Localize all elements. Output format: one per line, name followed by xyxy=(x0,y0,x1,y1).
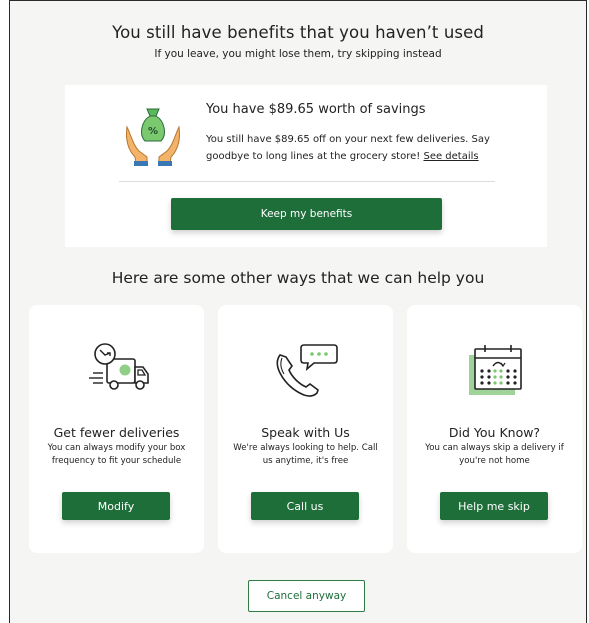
savings-title: You have $89.65 worth of savings xyxy=(206,102,426,117)
option-description: You can always skip a delivery if you're… xyxy=(425,443,564,466)
calendar-skip-icon xyxy=(468,345,522,395)
option-description: We're always looking to help. Call us an… xyxy=(233,443,378,466)
call-us-button[interactable]: Call us xyxy=(251,492,359,520)
cancellation-panel: You still have benefits that you haven’t… xyxy=(9,0,587,623)
phone-chat-icon xyxy=(276,344,338,397)
option-card-did-you-know: Did You Know? You can always skip a deli… xyxy=(407,305,582,553)
delivery-truck-icon xyxy=(88,343,149,390)
help-section-title: Here are some other ways that we can hel… xyxy=(111,269,485,287)
help-me-skip-button[interactable]: Help me skip xyxy=(440,492,548,520)
divider xyxy=(119,181,495,182)
option-title: Did You Know? xyxy=(448,425,541,440)
percent-symbol: % xyxy=(148,126,158,137)
cancel-anyway-button[interactable]: Cancel anyway xyxy=(248,580,365,612)
page-subtitle: If you leave, you might lose them, try s… xyxy=(154,48,442,60)
option-description: You can always modify your box frequency… xyxy=(47,443,186,466)
savings-card: % You have $89.65 worth of savings You s… xyxy=(65,85,547,247)
see-details-link[interactable]: See details xyxy=(423,151,478,162)
money-bag-hands-icon: % xyxy=(126,108,180,166)
modify-button[interactable]: Modify xyxy=(62,492,170,520)
option-card-fewer-deliveries: Get fewer deliveries You can always modi… xyxy=(29,305,204,553)
option-card-speak-with-us: Speak with Us We're always looking to he… xyxy=(218,305,393,553)
savings-description: You still have $89.65 off on your next f… xyxy=(206,131,496,165)
keep-benefits-button[interactable]: Keep my benefits xyxy=(171,198,442,230)
page-title: You still have benefits that you haven’t… xyxy=(112,23,484,42)
option-title: Get fewer deliveries xyxy=(53,425,180,440)
option-title: Speak with Us xyxy=(261,425,350,440)
